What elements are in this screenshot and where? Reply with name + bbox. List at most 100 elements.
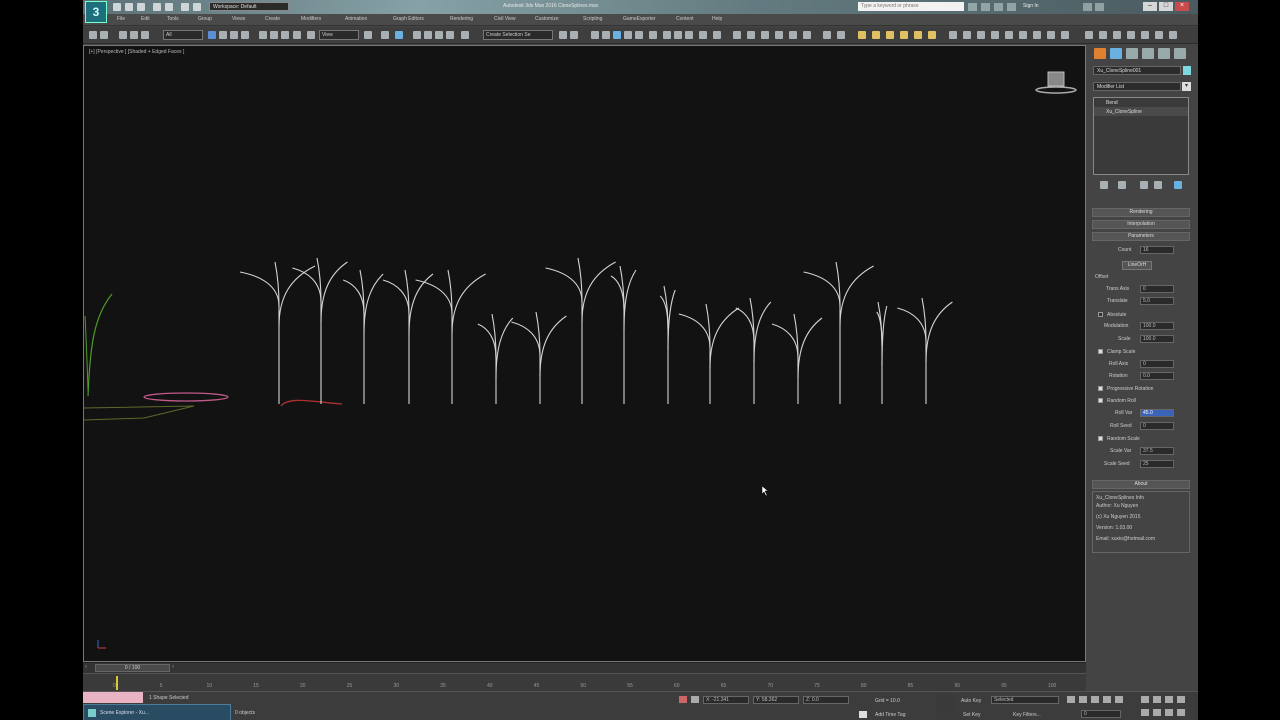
menu-help[interactable]: Help [712, 16, 722, 22]
y-coordinate-field[interactable]: Y: 58.362 [753, 696, 799, 704]
edit-named-selection-icon[interactable] [461, 31, 469, 39]
scale-seed-spinner[interactable]: 25 [1140, 460, 1174, 468]
menu-create[interactable]: Create [265, 16, 280, 22]
key-mode-icon[interactable] [937, 695, 955, 713]
walk-through-icon[interactable] [1165, 709, 1173, 716]
rollout-parameters[interactable]: Parameters [1092, 232, 1190, 241]
count-spinner[interactable]: 16 [1140, 246, 1174, 254]
extra-tool-24-icon[interactable] [1169, 31, 1177, 39]
project-folder-icon[interactable] [181, 3, 189, 11]
extra-tool-22-icon[interactable] [1141, 31, 1149, 39]
roll-seed-spinner[interactable]: 0 [1140, 422, 1174, 430]
menu-file[interactable]: File [117, 16, 125, 22]
maximize-viewport-icon[interactable] [1177, 709, 1185, 716]
search-icon[interactable] [968, 3, 977, 11]
extra-tool-14-icon[interactable] [1019, 31, 1027, 39]
menu-gameexporter[interactable]: GameExporter [623, 16, 656, 22]
customize-icon[interactable] [193, 3, 201, 11]
light-icon[interactable] [858, 31, 866, 39]
menu-rendering[interactable]: Rendering [450, 16, 473, 22]
next-key-icon[interactable] [1103, 696, 1111, 703]
rendered-frame-icon[interactable] [674, 31, 682, 39]
bind-space-warp-icon[interactable] [141, 31, 149, 39]
menu-tools[interactable]: Tools [167, 16, 179, 22]
rollout-rendering[interactable]: Rendering [1092, 208, 1190, 217]
sign-in-link[interactable]: Sign In [1023, 3, 1039, 9]
orbit-icon[interactable] [1153, 709, 1161, 716]
link-icon[interactable] [119, 31, 127, 39]
curve-editor-icon[interactable] [624, 31, 632, 39]
play-icon[interactable] [1091, 696, 1099, 703]
align-icon[interactable] [570, 31, 578, 39]
extra-tool-5-icon[interactable] [789, 31, 797, 39]
schematic-view-icon[interactable] [635, 31, 643, 39]
object-color-swatch[interactable] [1183, 66, 1191, 75]
extra-tool-7-icon[interactable] [823, 31, 831, 39]
object-name-field[interactable]: Xu_CloneSpline001 [1093, 66, 1181, 75]
redo-icon[interactable] [165, 3, 173, 11]
set-key-button[interactable]: Set Key [963, 712, 981, 718]
track-bar[interactable]: 0 5 10 15 20 25 30 35 40 45 50 55 60 65 70 75 80 85 90 95 10… [83, 673, 1086, 691]
lock-selection-icon[interactable] [679, 696, 687, 703]
maxscript-listener[interactable] [83, 692, 143, 703]
random-roll-checkbox[interactable] [1098, 398, 1103, 403]
stack-item-bend[interactable]: Bend [1094, 98, 1188, 107]
light-6-icon[interactable] [928, 31, 936, 39]
extra-tool-6-icon[interactable] [803, 31, 811, 39]
select-by-name-icon[interactable] [219, 31, 227, 39]
rect-selection-icon[interactable] [230, 31, 238, 39]
selected-dropdown[interactable]: Selected [991, 696, 1059, 704]
open-file-icon[interactable] [125, 3, 133, 11]
unlink-icon[interactable] [130, 31, 138, 39]
menu-modifiers[interactable]: Modifiers [301, 16, 321, 22]
time-slider[interactable]: ‹ 0 / 100 › [83, 662, 1086, 673]
extra-tool-15-icon[interactable] [1033, 31, 1041, 39]
mirror-icon[interactable] [559, 31, 567, 39]
make-unique-icon[interactable] [1140, 181, 1148, 189]
layer-explorer-icon[interactable] [591, 31, 599, 39]
menu-content[interactable]: Content [676, 16, 694, 22]
current-frame-field[interactable]: 0 [1081, 710, 1121, 718]
extra-tool-4-icon[interactable] [775, 31, 783, 39]
perspective-viewport[interactable]: [+] [Perspective ] [Shaded + Edged Faces… [83, 45, 1086, 662]
zoom-extents-icon[interactable] [1165, 696, 1173, 703]
menu-animation[interactable]: Animation [345, 16, 367, 22]
extra-tool-13-icon[interactable] [1005, 31, 1013, 39]
light-4-icon[interactable] [900, 31, 908, 39]
undo-icon[interactable] [153, 3, 161, 11]
light-2-icon[interactable] [872, 31, 880, 39]
selection-filter-dropdown[interactable]: All [163, 30, 203, 40]
clamp-scale-checkbox[interactable] [1098, 349, 1103, 354]
goto-start-icon[interactable] [1067, 696, 1075, 703]
material-editor-icon[interactable] [649, 31, 657, 39]
zoom-all-icon[interactable] [1153, 696, 1161, 703]
x-coordinate-field[interactable]: X: -21.341 [703, 696, 749, 704]
roll-var-spinner[interactable]: 45.0 [1140, 409, 1174, 417]
field-of-view-icon[interactable] [1177, 696, 1185, 703]
show-end-result-icon[interactable] [1118, 181, 1126, 189]
extra-tool-2-icon[interactable] [747, 31, 755, 39]
scene-explorer-taskbar[interactable]: Scene Explorer - Xu... [83, 704, 231, 720]
rotate-icon[interactable] [270, 31, 278, 39]
snap-toggle-icon[interactable] [413, 31, 421, 39]
rollout-about[interactable]: About [1092, 480, 1190, 489]
extra-tool-10-icon[interactable] [963, 31, 971, 39]
menu-graph-editors[interactable]: Graph Editors [393, 16, 424, 22]
extra-tool-icon[interactable] [733, 31, 741, 39]
extra-tool-21-icon[interactable] [1127, 31, 1135, 39]
add-time-tag-button[interactable]: Add Time Tag [875, 712, 905, 718]
app-logo[interactable]: 3 [85, 1, 107, 23]
goto-end-icon[interactable] [1115, 696, 1123, 703]
modify-tab-icon[interactable] [1110, 48, 1122, 59]
spinner-snap-icon[interactable] [446, 31, 454, 39]
viewcube[interactable] [1034, 68, 1078, 98]
motion-tab-icon[interactable] [1142, 48, 1154, 59]
menu-civil-view[interactable]: Civil View [494, 16, 516, 22]
subscription-icon[interactable] [981, 3, 990, 11]
menu-scripting[interactable]: Scripting [583, 16, 602, 22]
roll-axis-spinner[interactable]: 0 [1140, 360, 1174, 368]
auto-key-button[interactable]: Auto Key [961, 698, 981, 704]
angle-snap-icon[interactable] [424, 31, 432, 39]
rotation-spinner[interactable]: 0.0 [1140, 372, 1174, 380]
line-or-h-button[interactable]: LineOrH [1122, 261, 1152, 270]
